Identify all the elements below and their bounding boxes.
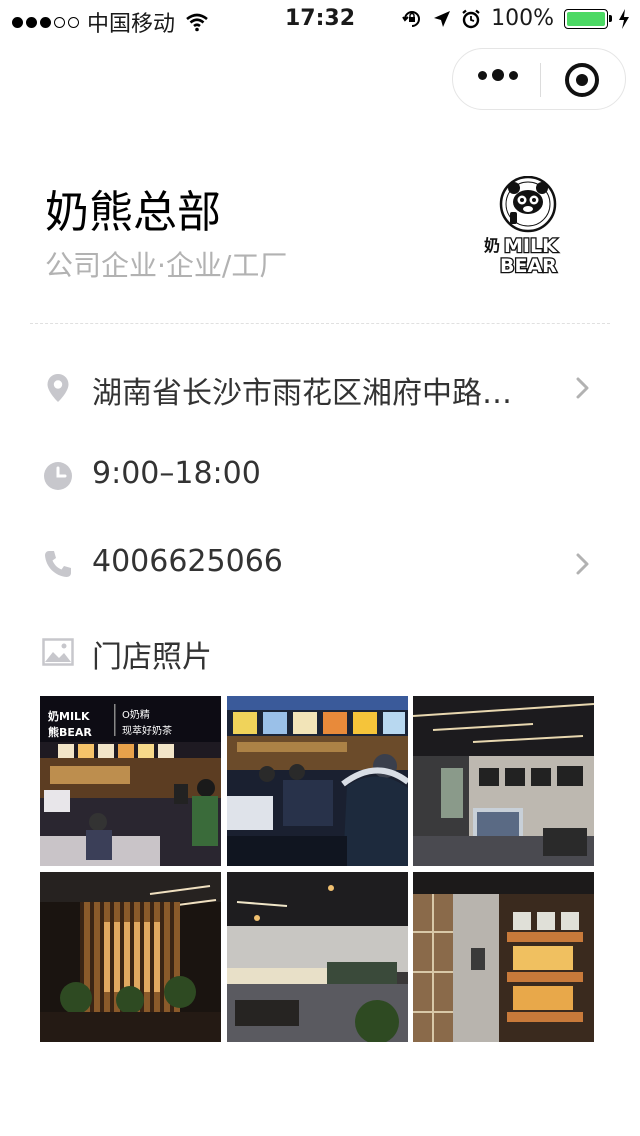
address-text: 湖南省长沙市雨花区湘府中路…: [92, 376, 512, 411]
hours-row: 9:00–18:00: [0, 446, 640, 506]
store-photo[interactable]: [40, 872, 221, 1042]
miniprogram-capsule: [452, 48, 626, 110]
phone-number: 4006625066: [92, 544, 283, 579]
photo-sign-right1: O奶精: [122, 708, 150, 721]
store-name: 奶熊总部: [45, 187, 221, 238]
store-logo: 奶 MILK BEAR: [484, 176, 559, 276]
header-divider: [30, 323, 610, 324]
battery-icon: [564, 8, 612, 29]
status-bar: 中国移动 17:32 100%: [0, 0, 640, 40]
store-photo[interactable]: [227, 872, 408, 1042]
store-photo[interactable]: [413, 872, 594, 1042]
clock-icon: [44, 462, 72, 490]
phone-icon: [45, 551, 71, 577]
logo-text-bottom: BEAR: [500, 255, 557, 276]
hours-text: 9:00–18:00: [92, 456, 261, 491]
orientation-lock-icon: [402, 10, 421, 27]
photo-grid: 奶MILK 熊BEAR O奶精 现萃好奶茶: [40, 696, 594, 1042]
alarm-icon: [462, 9, 480, 28]
chevron-right-icon: [576, 377, 589, 399]
chevron-right-icon: [576, 553, 589, 575]
location-arrow-icon: [434, 10, 451, 27]
logo-text-top: MILK: [504, 235, 558, 257]
store-photo[interactable]: [227, 696, 408, 866]
capsule-divider: [540, 63, 541, 97]
store-photo[interactable]: 奶MILK 熊BEAR O奶精 现萃好奶茶: [40, 696, 221, 866]
charging-icon: [619, 8, 629, 29]
battery-percent: 100%: [491, 6, 554, 31]
photo-sign-line2: 熊BEAR: [48, 725, 92, 739]
image-icon: [42, 638, 74, 666]
store-category: 公司企业·企业/工厂: [45, 249, 288, 282]
logo-side-text: 奶: [484, 236, 500, 255]
photo-sign-right2: 现萃好奶茶: [122, 724, 172, 737]
status-right: 100%: [401, 6, 630, 31]
photo-sign-line1: 奶MILK: [48, 709, 90, 723]
location-pin-icon: [47, 374, 69, 402]
address-row[interactable]: 湖南省长沙市雨花区湘府中路…: [0, 358, 640, 418]
photos-label: 门店照片: [92, 640, 212, 675]
store-photo[interactable]: [413, 696, 594, 866]
phone-row[interactable]: 4006625066: [0, 534, 640, 594]
close-miniprogram-icon[interactable]: [565, 63, 599, 97]
more-options-icon[interactable]: [478, 69, 518, 81]
